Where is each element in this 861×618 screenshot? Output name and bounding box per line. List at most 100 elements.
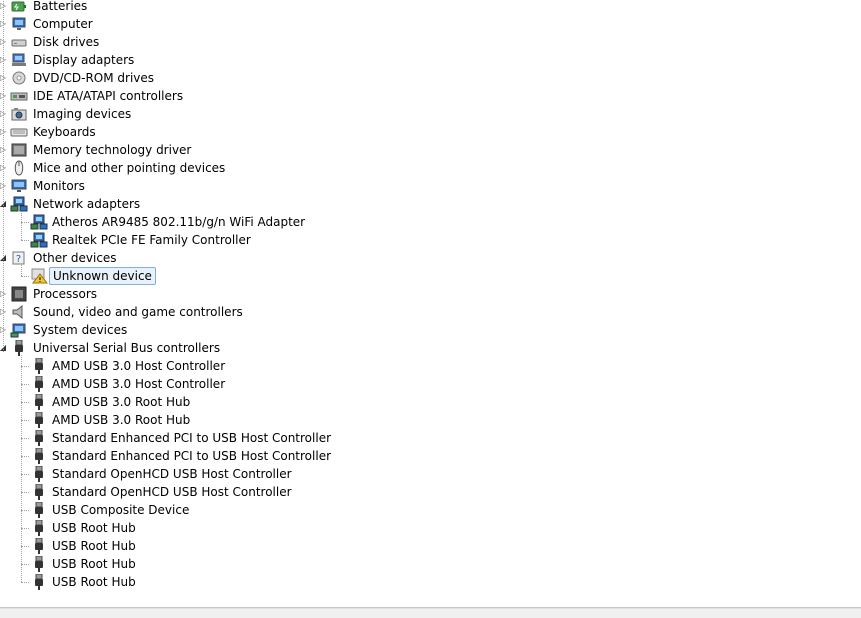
processor-icon	[10, 286, 28, 302]
tree-child-node[interactable]: Atheros AR9485 802.11b/g/n WiFi Adapter	[0, 213, 861, 231]
usb-plug-icon	[30, 573, 48, 590]
tree-child-label: USB Composite Device	[52, 503, 190, 517]
tree-child-label: Standard Enhanced PCI to USB Host Contro…	[52, 449, 332, 463]
tree-child-label: Realtek PCIe FE Family Controller	[52, 233, 251, 247]
tree-node[interactable]: ◢ Universal Serial Bus controllers	[0, 339, 861, 357]
tree-node-label: Computer	[33, 17, 93, 31]
svg-text:?: ?	[16, 254, 21, 265]
tree-node[interactable]: ▷ Mice and other pointing devices	[0, 159, 861, 177]
tree-node-label: Display adapters	[33, 53, 135, 67]
tree-node[interactable]: ▷ IDE ATA/ATAPI controllers	[0, 87, 861, 105]
tree-child-label: USB Root Hub	[52, 575, 136, 589]
tree-child-node[interactable]: Standard OpenHCD USB Host Controller	[0, 483, 861, 501]
tree-child-node[interactable]: USB Root Hub	[0, 537, 861, 555]
tree-node-label: Other devices	[33, 251, 117, 265]
dvd-drive-icon	[10, 70, 28, 86]
tree-child-label: Atheros AR9485 802.11b/g/n WiFi Adapter	[52, 215, 306, 229]
usb-plug-icon	[30, 483, 48, 500]
tree-node[interactable]: ▷ Computer	[0, 15, 861, 33]
tree-child-label: USB Root Hub	[52, 557, 136, 571]
tree-connector-line	[21, 265, 22, 276]
usb-plug-icon	[30, 375, 48, 392]
tree-node[interactable]: ▷ Imaging devices	[0, 105, 861, 123]
tree-child-label: Standard OpenHCD USB Host Controller	[52, 467, 292, 481]
usb-plug-icon	[30, 393, 48, 410]
network-adapter-icon	[30, 232, 48, 248]
tree-child-node[interactable]: Realtek PCIe FE Family Controller	[0, 231, 861, 249]
camera-icon	[10, 106, 28, 122]
usb-plug-icon	[30, 429, 48, 446]
display-adapter-icon	[10, 52, 28, 68]
tree-node[interactable]: ▷ Memory technology driver	[0, 141, 861, 159]
tree-child-label: USB Root Hub	[52, 521, 136, 535]
tree-node-selected[interactable]: Unknown device	[0, 267, 861, 285]
tree-child-node[interactable]: AMD USB 3.0 Host Controller	[0, 357, 861, 375]
device-tree[interactable]: ▷ Batteries ▷ Computer ▷ Disk drives ▷ Display …	[0, 0, 861, 591]
tree-node[interactable]: ▷ Sound, video and game controllers	[0, 303, 861, 321]
speaker-icon	[10, 304, 28, 320]
tree-connector-line	[21, 211, 22, 240]
tree-node-label: DVD/CD-ROM drives	[33, 71, 155, 85]
warning-device-icon	[30, 268, 49, 284]
tree-node-label: Processors	[33, 287, 98, 301]
tree-child-label: AMD USB 3.0 Root Hub	[52, 395, 191, 409]
tree-node-label: Keyboards	[33, 125, 96, 139]
disk-drive-icon	[10, 34, 28, 50]
tree-child-node[interactable]: AMD USB 3.0 Root Hub	[0, 411, 861, 429]
tree-node-label: Sound, video and game controllers	[33, 305, 243, 319]
tree-child-label: Unknown device	[49, 267, 156, 285]
tree-node-label: Batteries	[33, 0, 88, 13]
tree-child-node[interactable]: USB Root Hub	[0, 519, 861, 537]
tree-node-label: Disk drives	[33, 35, 100, 49]
ide-controller-icon	[10, 88, 28, 104]
tree-child-node[interactable]: AMD USB 3.0 Host Controller	[0, 375, 861, 393]
tree-node-label: Memory technology driver	[33, 143, 192, 157]
network-adapter-icon	[30, 214, 48, 230]
tree-child-label: Standard Enhanced PCI to USB Host Contro…	[52, 431, 332, 445]
mouse-icon	[10, 160, 28, 176]
tree-node-label: System devices	[33, 323, 128, 337]
monitor-icon	[10, 178, 28, 194]
tree-node[interactable]: ▷ Processors	[0, 285, 861, 303]
tree-child-label: USB Root Hub	[52, 539, 136, 553]
tree-child-label: AMD USB 3.0 Host Controller	[52, 377, 226, 391]
battery-icon	[10, 0, 28, 14]
tree-child-label: AMD USB 3.0 Root Hub	[52, 413, 191, 427]
tree-child-node[interactable]: AMD USB 3.0 Root Hub	[0, 393, 861, 411]
usb-plug-icon	[30, 537, 48, 554]
status-bar	[0, 607, 861, 618]
tree-node[interactable]: ▷ Disk drives	[0, 33, 861, 51]
tree-node[interactable]: ▷ Keyboards	[0, 123, 861, 141]
tree-node-label: Imaging devices	[33, 107, 132, 121]
usb-plug-icon	[30, 357, 48, 374]
tree-node[interactable]: ▷ System devices	[0, 321, 861, 339]
tree-node-label: Monitors	[33, 179, 85, 193]
tree-node[interactable]: ▷ Monitors	[0, 177, 861, 195]
tree-node[interactable]: ▷ DVD/CD-ROM drives	[0, 69, 861, 87]
tree-node[interactable]: ◢? Other devices	[0, 249, 861, 267]
usb-plug-icon	[10, 339, 28, 356]
tree-child-node[interactable]: USB Root Hub	[0, 573, 861, 591]
tree-child-node[interactable]: USB Composite Device	[0, 501, 861, 519]
tree-node-label: IDE ATA/ATAPI controllers	[33, 89, 184, 103]
tree-child-node[interactable]: Standard Enhanced PCI to USB Host Contro…	[0, 429, 861, 447]
usb-plug-icon	[30, 447, 48, 464]
network-adapter-icon	[10, 196, 28, 212]
tree-node-label: Mice and other pointing devices	[33, 161, 226, 175]
usb-plug-icon	[30, 519, 48, 536]
tree-connector-line	[21, 355, 22, 582]
tree-child-node[interactable]: Standard OpenHCD USB Host Controller	[0, 465, 861, 483]
tree-node[interactable]: ▷ Batteries	[0, 0, 861, 15]
tree-node[interactable]: ◢ Network adapters	[0, 195, 861, 213]
tree-node-label: Network adapters	[33, 197, 141, 211]
tree-child-node[interactable]: Standard Enhanced PCI to USB Host Contro…	[0, 447, 861, 465]
keyboard-icon	[10, 124, 28, 140]
tree-node[interactable]: ▷ Display adapters	[0, 51, 861, 69]
tree-child-label: Standard OpenHCD USB Host Controller	[52, 485, 292, 499]
memory-card-icon	[10, 142, 28, 158]
unknown-device-icon: ?	[10, 250, 28, 266]
tree-child-label: AMD USB 3.0 Host Controller	[52, 359, 226, 373]
tree-child-node[interactable]: USB Root Hub	[0, 555, 861, 573]
computer-icon	[10, 16, 28, 32]
usb-plug-icon	[30, 501, 48, 518]
